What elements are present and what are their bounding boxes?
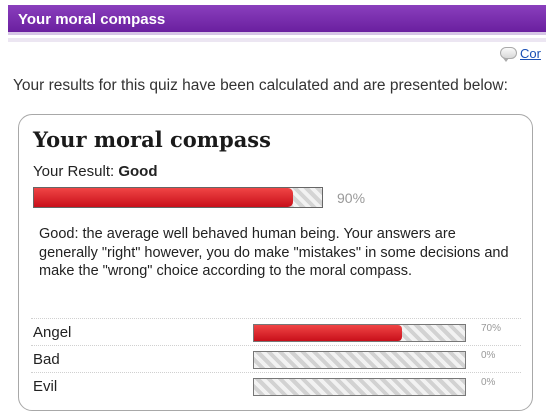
category-label: Bad bbox=[33, 351, 60, 368]
result-card-title: Your moral compass bbox=[33, 127, 271, 152]
header-divider bbox=[8, 38, 546, 42]
header-bar: Your moral compass bbox=[8, 5, 546, 35]
comment-link[interactable]: Cor bbox=[500, 44, 541, 62]
result-progress-fill bbox=[34, 188, 294, 207]
result-prefix: Your Result: bbox=[33, 163, 115, 180]
category-bar-fill bbox=[254, 325, 402, 341]
result-value: Good bbox=[118, 163, 158, 180]
result-progress-bar bbox=[33, 187, 323, 208]
category-bar bbox=[253, 351, 466, 369]
result-line: Your Result: Good bbox=[33, 163, 158, 180]
result-percent: 90% bbox=[337, 190, 366, 206]
category-percent: 0% bbox=[481, 350, 496, 361]
category-label: Angel bbox=[33, 324, 72, 341]
category-row-bad: Bad 0% bbox=[31, 345, 521, 372]
category-row-angel: Angel 70% bbox=[31, 318, 521, 345]
result-description: Good: the average well behaved human bei… bbox=[39, 226, 509, 279]
category-percent: 0% bbox=[481, 377, 496, 388]
category-row-evil: Evil 0% bbox=[31, 372, 521, 399]
comment-link-label[interactable]: Cor bbox=[520, 46, 541, 61]
category-bar bbox=[253, 378, 466, 396]
intro-text: Your results for this quiz have been cal… bbox=[13, 77, 508, 94]
header-title: Your moral compass bbox=[18, 11, 166, 28]
category-rows: Angel 70% Bad 0% Evil 0% bbox=[31, 318, 521, 399]
result-card: Your moral compass Your Result: Good 90%… bbox=[18, 114, 533, 411]
category-percent: 70% bbox=[481, 323, 502, 334]
category-label: Evil bbox=[33, 378, 58, 395]
comment-bubble-icon bbox=[500, 47, 517, 62]
category-bar bbox=[253, 324, 466, 342]
